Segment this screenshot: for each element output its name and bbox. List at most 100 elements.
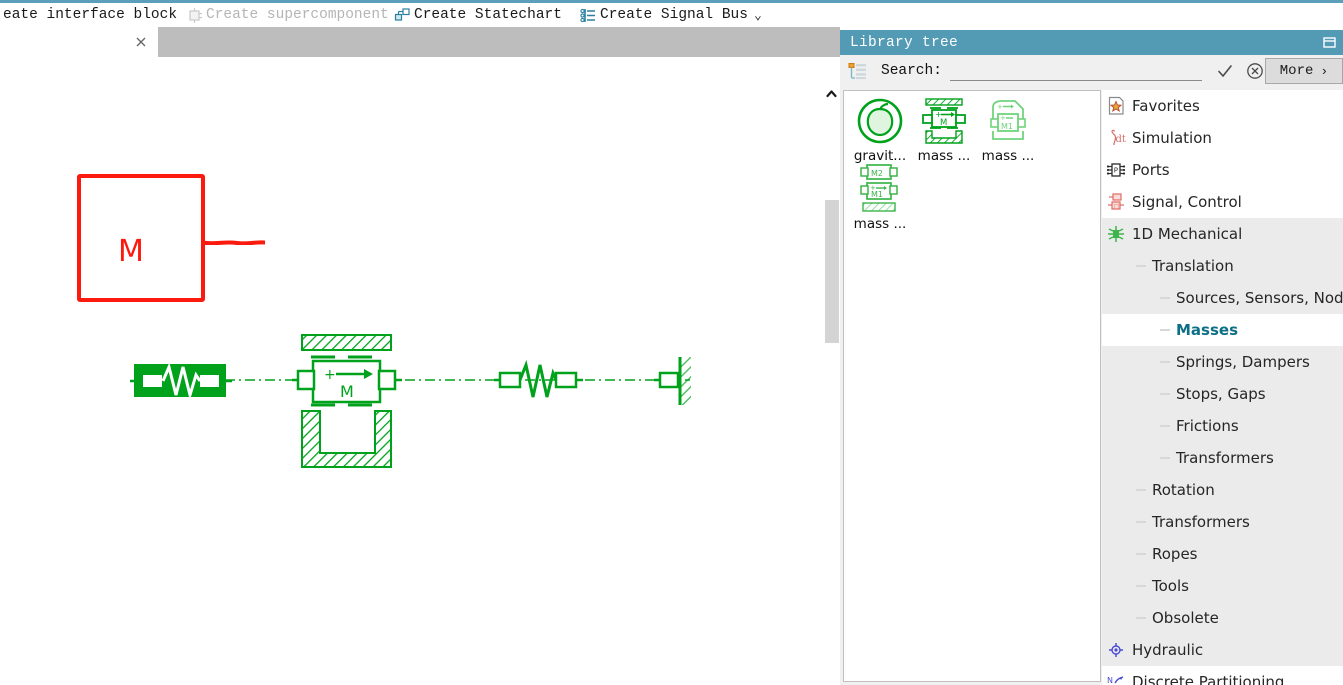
main-toolbar: eate interface block Create supercompone… xyxy=(0,0,1343,27)
tree-item-favorites[interactable]: Favorites xyxy=(1102,90,1343,122)
tree-item-transformers-translation[interactable]: Transformers xyxy=(1102,442,1343,474)
tree-item-label: Obsolete xyxy=(1152,609,1219,627)
tree-item-label: Frictions xyxy=(1176,417,1239,435)
gravity-apple-icon xyxy=(848,95,912,147)
tree-item-label: Translation xyxy=(1152,257,1234,275)
tree-item-simulation[interactable]: dt Simulation xyxy=(1102,122,1343,154)
toolbar-create-supercomponent[interactable]: Create supercomponent xyxy=(186,3,389,27)
toolbar-item-label: eate interface block xyxy=(3,7,178,23)
checkmark-icon[interactable] xyxy=(1216,62,1234,80)
toolbar-create-signal-bus[interactable]: Create Signal Bus ⌄ xyxy=(580,3,766,27)
tree-item-transformers[interactable]: Transformers xyxy=(1102,506,1343,538)
spring xyxy=(494,359,583,398)
search-input[interactable] xyxy=(949,61,1202,81)
tree-item-rotation[interactable]: Rotation xyxy=(1102,474,1343,506)
scrollbar-thumb[interactable] xyxy=(825,200,839,343)
tree-item-label: Stops, Gaps xyxy=(1176,385,1266,403)
mass-block-icon: + M xyxy=(912,95,976,147)
mass-m1-icon: + + M1 xyxy=(976,95,1040,147)
toolbar-item-label: Create Statechart xyxy=(414,7,562,23)
scroll-up-arrow-icon[interactable] xyxy=(825,89,838,99)
palette-item-label: mass ... xyxy=(981,148,1035,164)
tree-item-label: Sources, Sensors, Nod xyxy=(1176,289,1343,307)
tree-connector xyxy=(1136,489,1146,491)
library-palette[interactable]: gravit... + M mass ... + + M1 mass ... M… xyxy=(843,90,1101,682)
tree-connector xyxy=(1136,617,1146,619)
chevron-down-icon[interactable]: ⌄ xyxy=(754,9,762,22)
search-label: Search: xyxy=(881,63,942,79)
palette-item-mass-3[interactable]: M2 + M1 mass ... xyxy=(848,163,912,232)
chevron-right-icon: › xyxy=(1320,63,1329,79)
tree-item-label: Favorites xyxy=(1132,97,1200,115)
palette-item-gravity[interactable]: gravit... xyxy=(848,95,912,164)
tree-item-label: Springs, Dampers xyxy=(1176,353,1310,371)
favorites-star-icon xyxy=(1106,96,1126,116)
tree-item-sources-sensors-nodes[interactable]: Sources, Sensors, Nod xyxy=(1102,282,1343,314)
toolbar-item-label: Create Signal Bus xyxy=(600,7,748,23)
tree-item-label: Transformers xyxy=(1176,449,1274,467)
mass-m1-m2-icon: M2 + M1 xyxy=(848,163,912,215)
mass-block: + M xyxy=(292,334,402,468)
tree-connector xyxy=(1160,425,1170,427)
tree-item-label: Ports xyxy=(1132,161,1170,179)
tree-item-ropes[interactable]: Ropes xyxy=(1102,538,1343,570)
more-button-label: More xyxy=(1279,63,1314,79)
tree-item-stops-gaps[interactable]: Stops, Gaps xyxy=(1102,378,1343,410)
palette-item-mass-2[interactable]: + + M1 mass ... xyxy=(976,95,1040,164)
canvas-vertical-scrollbar[interactable] xyxy=(822,57,840,685)
tree-item-label: Rotation xyxy=(1152,481,1215,499)
tree-connector xyxy=(1160,361,1170,363)
svg-text:M1: M1 xyxy=(1001,122,1013,131)
tree-item-label: Tools xyxy=(1152,577,1189,595)
svg-text:M2: M2 xyxy=(871,169,883,178)
discrete-part-icon: N xyxy=(1106,672,1126,685)
tree-connector xyxy=(1160,393,1170,395)
tree-item-label: Masses xyxy=(1176,321,1239,339)
tree-item-label: Hydraulic xyxy=(1132,641,1204,659)
toolbar-item-label: Create supercomponent xyxy=(206,7,389,23)
tree-item-ports[interactable]: P Ports xyxy=(1102,154,1343,186)
statechart-icon xyxy=(394,7,411,24)
supercomponent-icon xyxy=(186,7,203,24)
tree-item-1d-mechanical[interactable]: 1D Mechanical xyxy=(1102,218,1343,250)
tree-connector xyxy=(1136,265,1146,267)
svg-text:N: N xyxy=(1107,676,1113,685)
tree-connector xyxy=(1160,329,1170,331)
tree-item-obsolete[interactable]: Obsolete xyxy=(1102,602,1343,634)
hydraulic-icon xyxy=(1106,640,1126,660)
mechanical-diagram: + M xyxy=(130,334,691,468)
more-button[interactable]: More › xyxy=(1265,58,1343,84)
tree-item-hydraulic[interactable]: Hydraulic xyxy=(1102,634,1343,666)
tree-item-tools[interactable]: Tools xyxy=(1102,570,1343,602)
editor-tab-strip xyxy=(0,27,840,57)
svg-text:P: P xyxy=(1114,167,1118,175)
svg-text:□: □ xyxy=(1114,203,1120,210)
toolbar-create-interface-block[interactable]: eate interface block xyxy=(0,3,177,27)
restore-window-icon[interactable] xyxy=(1322,35,1337,50)
tab-active[interactable] xyxy=(0,27,158,57)
mechanical-1d-icon xyxy=(1106,224,1126,244)
library-search-bar: Search: More › xyxy=(840,55,1343,87)
tree-item-frictions[interactable]: Frictions xyxy=(1102,410,1343,442)
close-icon[interactable] xyxy=(132,33,150,51)
svg-text:M: M xyxy=(940,118,947,128)
svg-text:+: + xyxy=(324,367,336,383)
palette-item-mass-1[interactable]: + M mass ... xyxy=(912,95,976,164)
tree-item-discrete-partitioning[interactable]: N Discrete Partitioning xyxy=(1102,666,1343,685)
tree-item-label: Transformers xyxy=(1152,513,1250,531)
tree-item-signal-control[interactable]: □ Signal, Control xyxy=(1102,186,1343,218)
toolbar-create-statechart[interactable]: Create Statechart xyxy=(394,3,562,27)
ground-anchor xyxy=(654,357,691,405)
library-category-tree[interactable]: Favorites dt Simulation P Ports □ Signal… xyxy=(1102,90,1343,685)
clear-circle-icon[interactable] xyxy=(1246,62,1264,80)
integral-dt-icon: dt xyxy=(1106,128,1126,148)
annotation-pointer-line xyxy=(203,240,265,245)
tree-item-translation[interactable]: Translation xyxy=(1102,250,1343,282)
application-window: eate interface block Create supercompone… xyxy=(0,0,1343,685)
tree-item-masses[interactable]: Masses xyxy=(1102,314,1343,346)
mass-label: M xyxy=(340,382,354,401)
svg-text:+: + xyxy=(997,103,1003,111)
tree-item-springs-dampers[interactable]: Springs, Dampers xyxy=(1102,346,1343,378)
diagram-canvas[interactable]: + M M xyxy=(0,57,822,685)
tree-connector xyxy=(1160,457,1170,459)
